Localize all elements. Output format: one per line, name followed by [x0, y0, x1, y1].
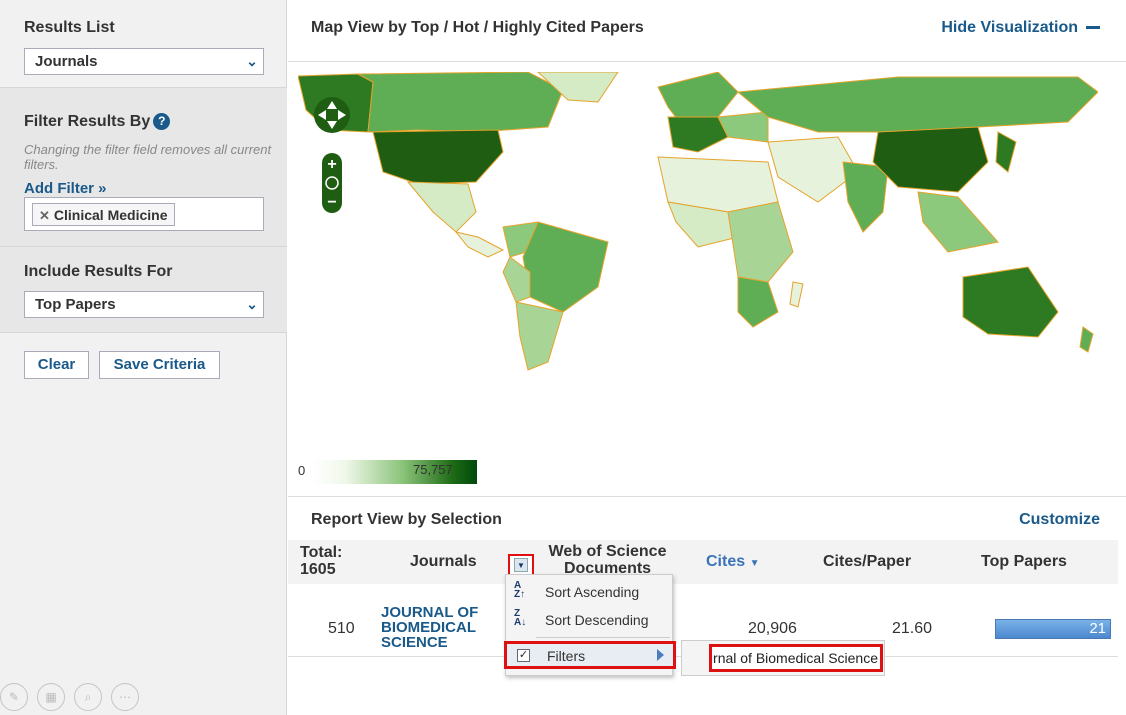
column-context-menu: A Z↑ Sort Ascending Z A↓ Sort Descending ✓… — [504, 574, 676, 676]
sort-descending-label: Sort Descending — [545, 612, 649, 628]
total-label: Total: — [300, 544, 343, 561]
map-region-china — [872, 126, 989, 193]
total-header: Total: 1605 — [300, 544, 342, 578]
cites-header-label: Cites — [706, 553, 746, 570]
zoom-in-icon[interactable]: + — [327, 156, 336, 173]
map-region-new-zealand — [1079, 326, 1094, 353]
wos-docs-header[interactable]: Web of Science Documents — [540, 543, 675, 577]
filters-menu-item[interactable]: ✓ Filters — [504, 641, 676, 669]
top-papers-header[interactable]: Top Papers — [981, 553, 1067, 571]
dropdown-icon: ▼ — [514, 558, 528, 572]
sort-descending-icon: Z A↓ — [514, 608, 527, 628]
submenu-arrow-icon — [657, 649, 664, 661]
minus-icon — [1086, 26, 1100, 30]
map-region-madagascar — [789, 281, 804, 308]
map-countries — [298, 72, 1098, 371]
clear-button[interactable]: Clear — [24, 351, 89, 379]
help-icon[interactable]: ? — [153, 113, 171, 131]
menu-divider — [536, 637, 670, 638]
map-region-usa — [372, 129, 504, 185]
legend-max: 75,757 — [413, 462, 453, 477]
filters-submenu: Journal of Biomedical Science — [681, 640, 885, 676]
map-region-australia — [962, 266, 1059, 338]
layout-icon[interactable]: ▦ — [37, 683, 65, 711]
close-icon[interactable]: ✕ — [39, 208, 50, 223]
row-cites: 20,906 — [748, 620, 797, 637]
legend-min: 0 — [298, 463, 306, 478]
include-section: Include Results For — [0, 247, 287, 333]
include-title: Include Results For — [24, 263, 173, 280]
sort-descending-item[interactable]: Z A↓ Sort Descending — [506, 606, 672, 632]
results-list-select[interactable]: Journals ⌄ — [24, 48, 264, 75]
chevron-down-icon: ⌄ — [246, 53, 258, 69]
zoom-icon[interactable]: ⌕ — [74, 683, 102, 711]
report-title: Report View by Selection — [311, 511, 502, 528]
map-region-brazil — [522, 221, 609, 313]
filter-chip[interactable]: ✕ Clinical Medicine — [32, 203, 175, 226]
sort-ascending-label: Sort Ascending — [545, 584, 640, 600]
cites-header[interactable]: Cites ▼ — [706, 553, 759, 571]
bottom-toolbar: ✎ ▦ ⌕ ⋯ — [0, 683, 139, 713]
sidebar: Results List Journals ⌄ Filter Results B… — [0, 0, 287, 715]
results-list-value: Journals — [35, 53, 98, 70]
more-icon[interactable]: ⋯ — [111, 683, 139, 711]
map-legend: 0 75,757 — [298, 460, 478, 484]
map-region-canada — [357, 72, 564, 133]
filter-note: Changing the filter field removes all cu… — [24, 142, 272, 172]
map-region-russia — [736, 76, 1098, 133]
main-panel: Map View by Top / Hot / Highly Cited Pap… — [288, 0, 1126, 715]
sort-ascending-icon: A Z↑ — [514, 580, 526, 600]
map-region-western-europe — [667, 116, 729, 153]
include-select[interactable]: Top Papers ⌄ — [24, 291, 264, 318]
filter-box[interactable]: ✕ Clinical Medicine — [24, 197, 264, 231]
filters-checkbox[interactable]: ✓ — [517, 649, 530, 662]
map-title: Map View by Top / Hot / Highly Cited Pap… — [311, 19, 644, 36]
chevron-down-icon: ⌄ — [246, 296, 258, 312]
customize-link[interactable]: Customize — [1019, 511, 1100, 529]
zoom-out-icon[interactable]: − — [327, 194, 336, 211]
map-header: Map View by Top / Hot / Highly Cited Pap… — [288, 0, 1126, 62]
sort-desc-icon: ▼ — [749, 558, 760, 569]
map-region-south-africa — [737, 276, 779, 328]
cites-per-paper-header[interactable]: Cites/Paper — [823, 553, 911, 571]
add-filter-link[interactable]: Add Filter » — [24, 180, 107, 197]
total-value: 1605 — [300, 561, 336, 578]
journals-header[interactable]: Journals — [410, 553, 477, 571]
map-region-central-america — [454, 231, 505, 258]
map-region-mexico — [406, 181, 477, 233]
hide-visualization-label: Hide Visualization — [941, 19, 1078, 36]
report-header: Report View by Selection Customize — [288, 496, 1126, 540]
column-menu-button[interactable]: ▼ — [508, 554, 534, 576]
journal-link[interactable]: JOURNAL OF BIOMEDICAL SCIENCE — [381, 605, 501, 650]
map-region-northern-europe — [657, 72, 739, 121]
top-papers-bar: 21 — [995, 619, 1111, 639]
results-list-title: Results List — [24, 19, 115, 36]
filter-title: Filter Results By — [24, 113, 151, 130]
map-region-india — [842, 161, 889, 233]
map-region-central-africa — [727, 201, 794, 283]
table-header: Total: 1605 Journals ▼ Web of Science Do… — [288, 540, 1118, 584]
map-region-southeast-asia — [917, 191, 999, 253]
map-region-japan — [995, 131, 1017, 173]
world-map[interactable] — [298, 72, 1098, 372]
sort-ascending-item[interactable]: A Z↑ Sort Ascending — [506, 578, 672, 604]
filter-chip-label: Clinical Medicine — [53, 207, 168, 223]
results-list-section: Results List — [0, 19, 287, 37]
filter-text-input[interactable]: Journal of Biomedical Science — [709, 644, 883, 672]
row-rank: 510 — [328, 620, 355, 637]
map-navigation[interactable]: + − — [312, 85, 352, 215]
row-cites-per-paper: 21.60 — [892, 620, 933, 637]
hide-visualization-link[interactable]: Hide Visualization — [941, 19, 1100, 37]
pencil-icon[interactable]: ✎ — [0, 683, 28, 711]
map-region-argentina — [515, 301, 564, 371]
include-value: Top Papers — [35, 296, 116, 313]
save-criteria-button[interactable]: Save Criteria — [99, 351, 220, 379]
filters-label: Filters — [547, 648, 586, 664]
